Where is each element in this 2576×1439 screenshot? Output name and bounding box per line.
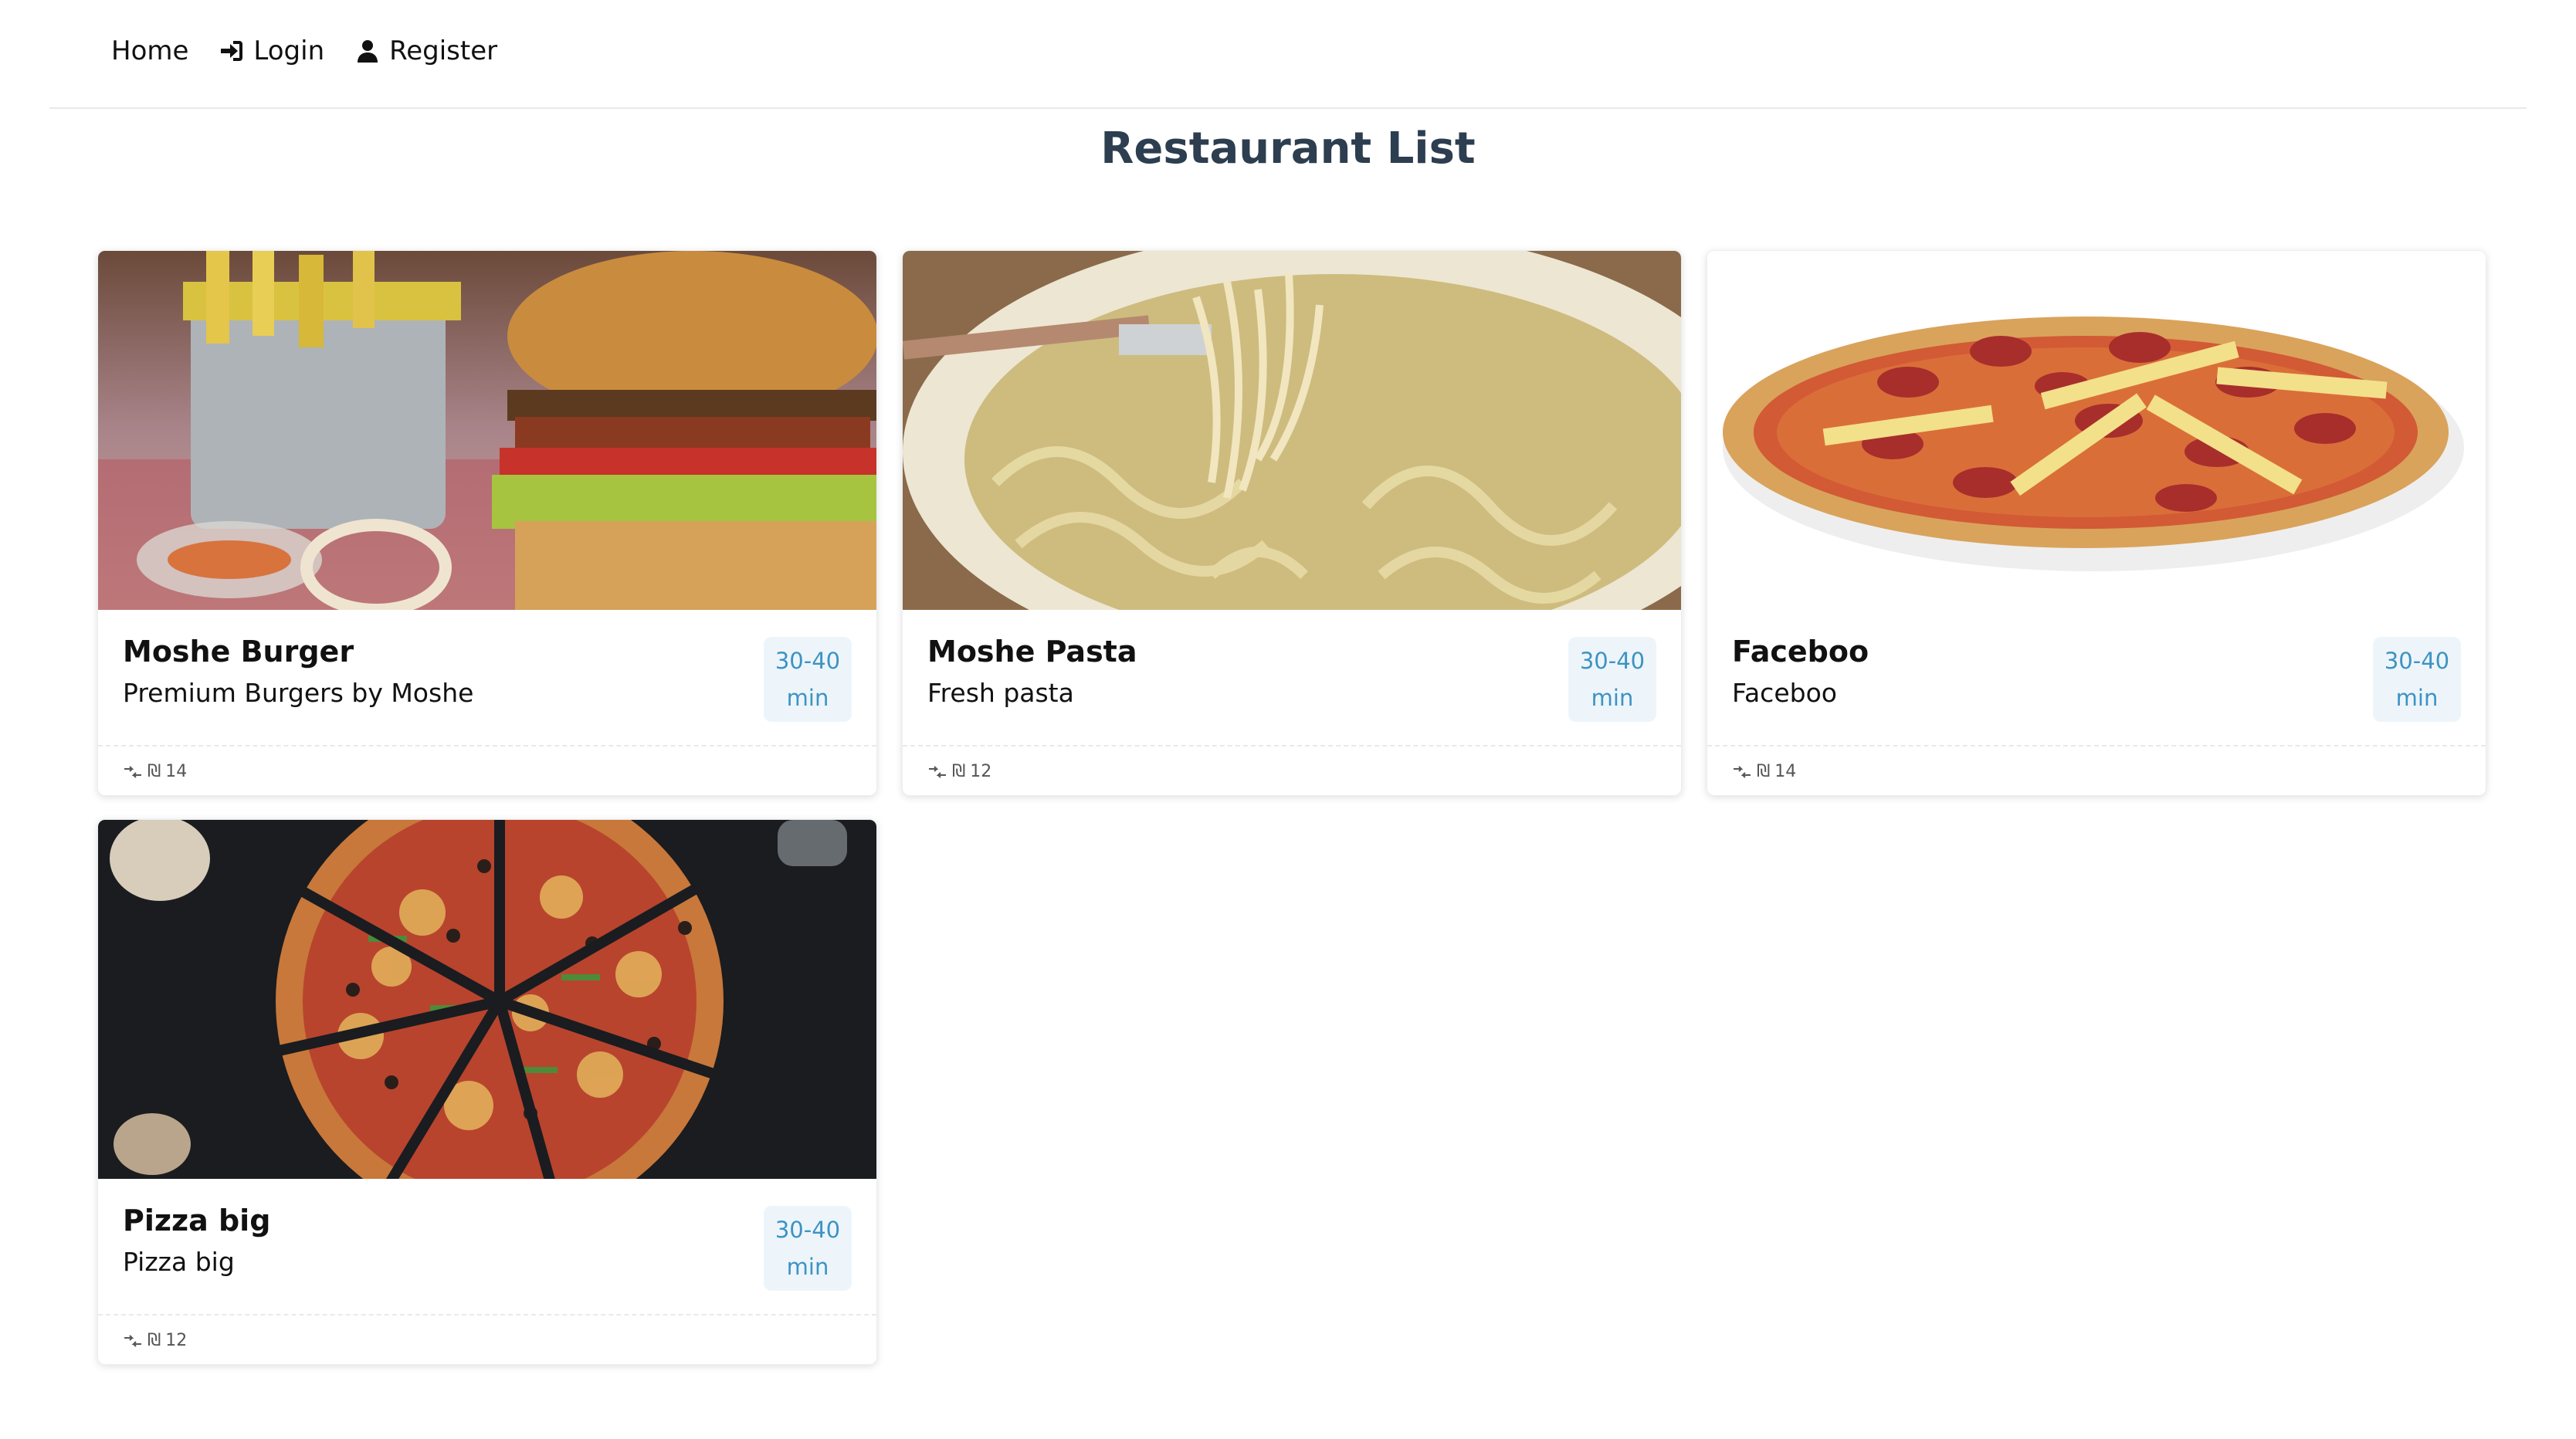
delivery-time-badge: 30-40 min	[764, 637, 852, 722]
sign-in-icon	[221, 41, 243, 61]
delivery-time-badge: 30-40 min	[764, 1206, 852, 1291]
delivery-time-unit: min	[2395, 685, 2439, 711]
delivery-icon	[929, 765, 946, 778]
card-footer: ₪ 12	[98, 1314, 876, 1364]
card-footer: ₪ 14	[1707, 745, 2486, 795]
delivery-time-unit: min	[786, 1254, 829, 1280]
restaurant-description: Pizza big	[123, 1247, 235, 1277]
currency-sign: ₪	[147, 762, 161, 781]
delivery-time-range: 30-40	[774, 648, 841, 674]
delivery-time-range: 30-40	[774, 1217, 841, 1243]
delivery-icon	[1734, 765, 1751, 778]
pizza-plate-photo	[1707, 251, 2486, 610]
restaurant-description: Fresh pasta	[927, 678, 1074, 708]
restaurant-card[interactable]: Faceboo Faceboo 30-40 min ₪ 14	[1707, 250, 2486, 796]
nav-menu: Home Login Register	[111, 29, 497, 73]
currency-sign: ₪	[1757, 762, 1771, 781]
restaurant-image	[98, 820, 876, 1179]
delivery-time-badge: 30-40 min	[1568, 637, 1656, 722]
page-title: Restaurant List	[1100, 124, 1476, 174]
restaurant-description: Premium Burgers by Moshe	[123, 678, 474, 708]
sliced-pizza-photo	[98, 820, 876, 1179]
restaurant-name: Pizza big	[123, 1204, 271, 1238]
card-footer: ₪ 14	[98, 745, 876, 795]
nav-home-link[interactable]: Home	[111, 29, 188, 73]
delivery-icon	[124, 765, 141, 778]
delivery-fee: 14	[165, 762, 188, 781]
delivery-time-range: 30-40	[1579, 648, 1646, 674]
delivery-fee: 12	[165, 1331, 188, 1350]
restaurant-name: Faceboo	[1732, 635, 1869, 669]
currency-sign: ₪	[147, 1331, 161, 1350]
user-icon	[358, 40, 378, 63]
nav-register-link[interactable]: Register	[355, 29, 497, 73]
restaurant-image	[903, 251, 1681, 610]
restaurant-card[interactable]: Pizza big Pizza big 30-40 min ₪ 12	[97, 819, 877, 1365]
nav-login-link[interactable]: Login	[219, 29, 324, 73]
pasta-photo	[903, 251, 1681, 610]
delivery-time-unit: min	[1591, 685, 1634, 711]
delivery-icon	[124, 1334, 141, 1347]
currency-sign: ₪	[952, 762, 966, 781]
nav-home-label: Home	[111, 36, 189, 66]
delivery-time-range: 30-40	[2384, 648, 2450, 674]
restaurant-description: Faceboo	[1732, 678, 1837, 708]
nav-register-label: Register	[389, 36, 498, 66]
restaurant-card[interactable]: Moshe Burger Premium Burgers by Moshe 30…	[97, 250, 877, 796]
restaurant-card[interactable]: Moshe Pasta Fresh pasta 30-40 min ₪ 12	[902, 250, 1682, 796]
card-footer: ₪ 12	[903, 745, 1681, 795]
nav-login-label: Login	[253, 36, 325, 66]
burger-photo	[98, 251, 876, 610]
delivery-fee: 14	[1774, 762, 1797, 781]
delivery-time-unit: min	[786, 685, 829, 711]
delivery-fee: 12	[970, 762, 992, 781]
delivery-time-badge: 30-40 min	[2373, 637, 2461, 722]
restaurant-name: Moshe Burger	[123, 635, 354, 669]
restaurant-image	[1707, 251, 2486, 610]
restaurant-image	[98, 251, 876, 610]
restaurant-name: Moshe Pasta	[927, 635, 1137, 669]
top-navbar: Home Login Register	[49, 0, 2527, 109]
